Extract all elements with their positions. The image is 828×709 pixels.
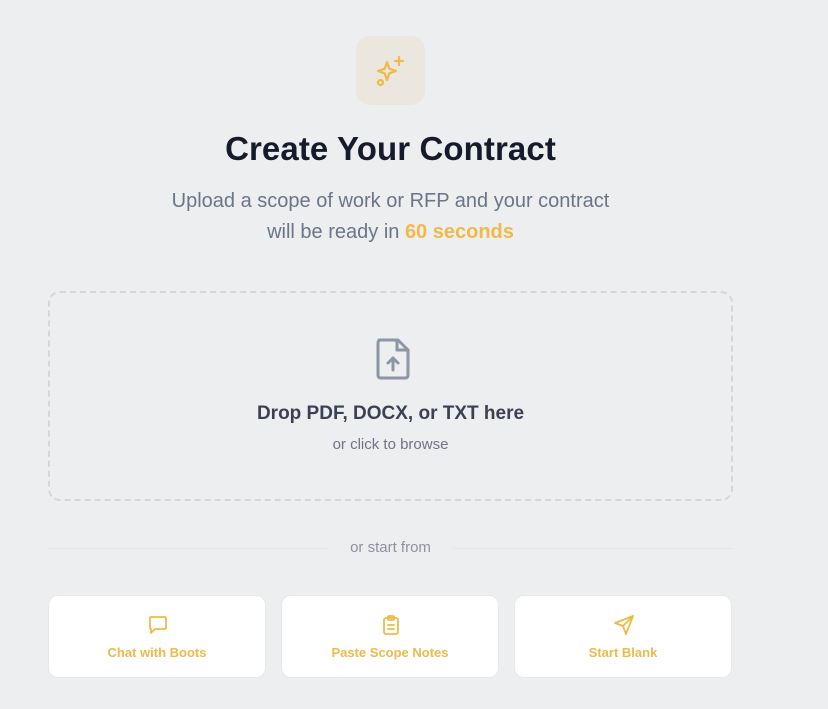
dropzone-title: Drop PDF, DOCX, or TXT here (256, 403, 525, 424)
page-title: Create Your Contract (225, 130, 556, 167)
chat-with-boots-label: Chat with Boots (107, 645, 207, 660)
paste-scope-notes-button[interactable]: Paste Scope Notes (281, 595, 499, 678)
subtitle-highlight: 60 seconds (404, 221, 514, 243)
create-contract-page: Create Your Contract Upload a scope of w… (0, 0, 828, 709)
clipboard-icon (383, 615, 399, 635)
start-blank-button[interactable]: Start Blank (514, 595, 732, 678)
chat-bubble-icon (149, 616, 167, 634)
start-blank-label: Start Blank (588, 645, 658, 660)
file-dropzone[interactable]: Drop PDF, DOCX, or TXT here or click to … (48, 291, 733, 501)
paper-plane-icon (614, 615, 634, 635)
or-divider: or start from (48, 537, 733, 559)
subtitle-line-1: Upload a scope of work or RFP and your c… (171, 190, 610, 212)
file-upload-icon (376, 338, 410, 380)
hero-badge (356, 36, 425, 105)
page-subtitle: Upload a scope of work or RFP and your c… (0, 186, 781, 248)
sparkles-icon (376, 55, 404, 86)
subtitle-line-2-prefix: will be ready in (267, 221, 405, 243)
chat-with-boots-button[interactable]: Chat with Boots (48, 595, 266, 678)
paste-scope-notes-label: Paste Scope Notes (331, 645, 449, 660)
browse-link[interactable]: or click to browse (50, 436, 731, 453)
divider-line-right (453, 548, 733, 549)
